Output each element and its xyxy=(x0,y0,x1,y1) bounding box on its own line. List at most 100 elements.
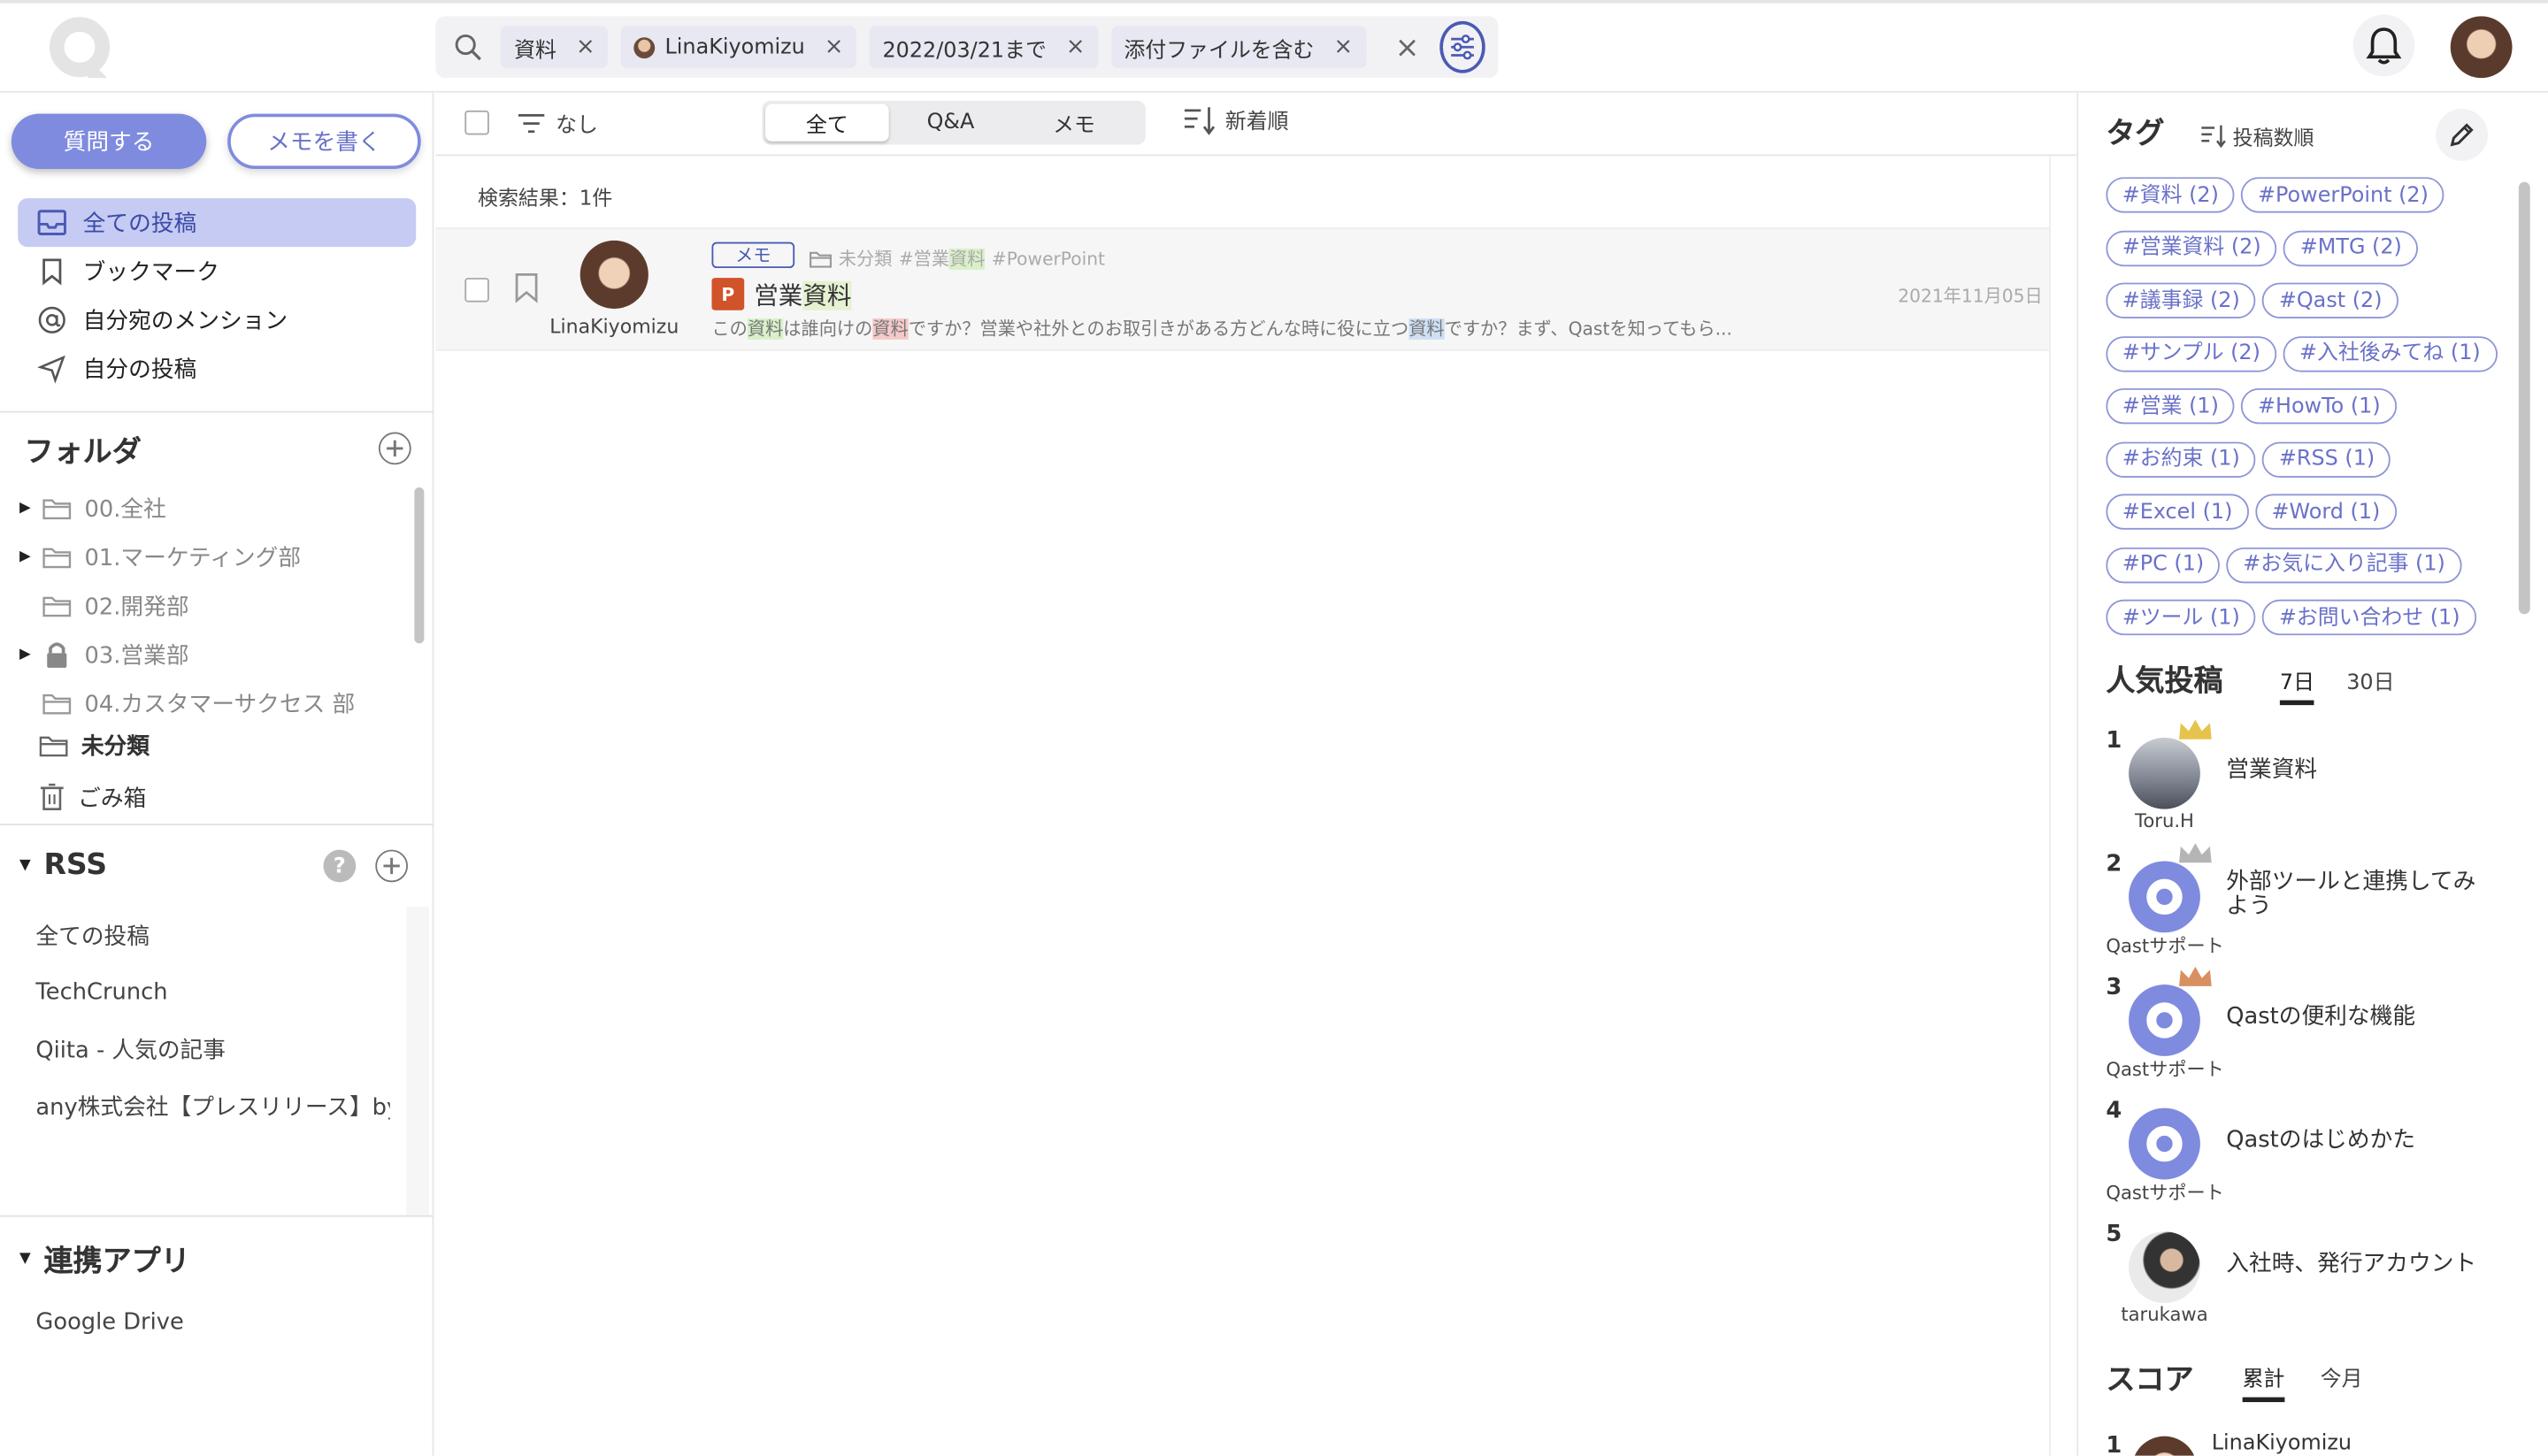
tag-chip[interactable]: #営業資料 (2) xyxy=(2106,229,2278,266)
folder-item[interactable]: ▶ 00.全社 xyxy=(19,484,406,533)
folder-icon xyxy=(42,548,72,569)
tag-chip[interactable]: #お気に入り記事 (1) xyxy=(2226,547,2462,583)
chip-remove-icon[interactable]: × xyxy=(1066,34,1086,60)
add-folder-icon[interactable] xyxy=(378,432,411,465)
popular-author: tarukawa xyxy=(2121,1303,2208,1326)
sidebar-item-all-posts[interactable]: 全ての投稿 xyxy=(18,198,417,248)
sort-icon xyxy=(1184,106,1216,134)
tag-chip[interactable]: #お問い合わせ (1) xyxy=(2262,599,2476,636)
sidebar-item-bookmarks[interactable]: ブックマーク xyxy=(18,247,416,295)
tag-chip[interactable]: #HowTo (1) xyxy=(2241,387,2398,425)
rss-item[interactable]: any株式会社【プレスリリース】by... xyxy=(0,1077,389,1134)
tag-cloud: #資料 (2) #PowerPoint (2) #営業資料 (2) #MTG (… xyxy=(2106,177,2512,640)
folder-item[interactable]: 04.カスタマーサクセス 部 xyxy=(19,679,406,720)
search-icon[interactable] xyxy=(449,33,488,62)
popular-item[interactable]: 2 Qastサポート 外部ツールと連携してみよう xyxy=(2106,843,2512,975)
collapse-arrow-icon[interactable]: ▼ xyxy=(19,857,31,873)
rss-scroll-track xyxy=(406,906,429,1215)
sidebar-item-my-posts[interactable]: 自分の投稿 xyxy=(18,344,416,393)
post-title[interactable]: 営業資料 xyxy=(754,278,852,312)
sidebar-nav: 全ての投稿 ブックマーク 自分宛のメンション 自分の投稿 xyxy=(18,198,417,393)
user-avatar[interactable] xyxy=(2450,16,2513,79)
tab-memo[interactable]: メモ xyxy=(1012,104,1136,142)
popular-item[interactable]: 1 Toru.H 営業資料 xyxy=(2106,719,2512,852)
tag-chip[interactable]: #PowerPoint (2) xyxy=(2241,177,2445,213)
tab-all[interactable]: 全て xyxy=(765,103,889,142)
tag-chip[interactable]: #Excel (1) xyxy=(2106,494,2249,530)
expand-arrow-icon[interactable]: ▶ xyxy=(19,647,31,663)
collapse-arrow-icon[interactable]: ▼ xyxy=(19,1251,31,1267)
tag-chip[interactable]: #PC (1) xyxy=(2106,547,2221,583)
excerpt-text: この xyxy=(711,318,748,340)
tag-chip[interactable]: #サンプル (2) xyxy=(2106,335,2277,372)
search-chip-attachment: 添付ファイルを含む × xyxy=(1110,26,1366,69)
notification-bell-icon[interactable] xyxy=(2352,14,2415,77)
right-panel-scrollbar[interactable] xyxy=(2518,181,2530,615)
post-author-avatar[interactable] xyxy=(579,240,649,309)
rss-header[interactable]: ▼ RSS xyxy=(19,848,107,883)
tag-chip[interactable]: #議事録 (2) xyxy=(2106,282,2257,318)
folder-trash[interactable]: ごみ箱 xyxy=(39,773,146,822)
filter-dropdown[interactable]: なし xyxy=(517,107,598,138)
post-tag[interactable]: #営業資料 xyxy=(899,245,986,271)
folder-scrollbar[interactable] xyxy=(414,487,425,644)
tag-chip[interactable]: #MTG (2) xyxy=(2283,229,2419,266)
tag-chip[interactable]: #入社後みてね (1) xyxy=(2283,335,2498,372)
search-bar[interactable]: 資料 × LinaKiyomizu × 2022/03/21まで × 添付ファイ… xyxy=(435,16,1499,79)
score-name[interactable]: LinaKiyomizu xyxy=(2212,1431,2352,1456)
sort-dropdown[interactable]: 新着順 xyxy=(1183,104,1289,135)
tab-popular-7d[interactable]: 7日 xyxy=(2279,664,2314,706)
tab-qa[interactable]: Q&A xyxy=(889,104,1013,142)
help-icon[interactable]: ? xyxy=(323,849,357,883)
filter-settings-icon[interactable] xyxy=(1439,20,1485,73)
sort-label: 新着順 xyxy=(1224,110,1289,135)
chip-remove-icon[interactable]: × xyxy=(576,34,595,60)
post-checkbox[interactable] xyxy=(464,278,489,303)
folder-uncategorized[interactable]: 未分類 xyxy=(39,721,150,770)
sidebar-item-mentions[interactable]: 自分宛のメンション xyxy=(18,295,416,344)
select-all-checkbox[interactable] xyxy=(464,110,489,135)
tag-chip[interactable]: #Qast (2) xyxy=(2262,282,2398,318)
clear-search-icon[interactable]: × xyxy=(1395,30,1420,65)
tab-score-month[interactable]: 今月 xyxy=(2321,1361,2363,1393)
excerpt-text: ですか？営業や社外とのお取引きがある方どんな時に役に立つ xyxy=(908,318,1409,340)
tag-chip[interactable]: #RSS (1) xyxy=(2262,441,2391,478)
chip-remove-icon[interactable]: × xyxy=(825,34,844,60)
folder-item[interactable]: ▶ 03.営業部 xyxy=(19,631,406,679)
results-count: 検索結果：1件 xyxy=(477,185,613,210)
popular-item[interactable]: 4 Qastサポート Qastのはじめかた xyxy=(2106,1099,2512,1222)
tag-chip[interactable]: #ツール (1) xyxy=(2106,599,2257,636)
app-item-google-drive[interactable]: Google Drive xyxy=(0,1293,183,1350)
popular-item[interactable]: 3 Qastサポート Qastの便利な機能 xyxy=(2106,966,2512,1099)
folder-item[interactable]: ▶ 01.マーケティング部 xyxy=(19,533,406,581)
apps-header[interactable]: ▼ 連携アプリ xyxy=(19,1238,190,1281)
rss-item[interactable]: TechCrunch xyxy=(0,963,390,1020)
popular-item[interactable]: 5 tarukawa 入社時、発行アカウント xyxy=(2106,1222,2512,1345)
tab-popular-30d[interactable]: 30日 xyxy=(2346,664,2394,696)
ask-question-button[interactable]: 質問する xyxy=(11,113,207,170)
expand-arrow-icon[interactable]: ▶ xyxy=(19,501,31,517)
powerpoint-file-icon: P xyxy=(711,278,745,310)
qast-logo[interactable] xyxy=(49,16,113,80)
tag-chip[interactable]: #お約束 (1) xyxy=(2106,441,2257,478)
rss-item[interactable]: Qiita - 人気の記事 xyxy=(0,1020,390,1077)
tag-chip[interactable]: #Word (1) xyxy=(2255,494,2397,530)
tag-sort-dropdown[interactable]: 投稿数順 xyxy=(2200,120,2314,151)
chip-remove-icon[interactable]: × xyxy=(1334,34,1354,60)
divider xyxy=(0,410,434,413)
expand-arrow-icon[interactable]: ▶ xyxy=(19,549,31,565)
folder-item[interactable]: 02.開発部 xyxy=(19,582,406,631)
tag-chip[interactable]: #資料 (2) xyxy=(2106,177,2236,213)
bookmark-toggle-icon[interactable] xyxy=(512,272,541,304)
tag-chip[interactable]: #営業 (1) xyxy=(2106,387,2236,425)
edit-tags-icon[interactable] xyxy=(2436,109,2488,161)
sidebar-item-label: ブックマーク xyxy=(82,259,219,287)
post-tag[interactable]: #PowerPoint xyxy=(992,248,1105,269)
tab-score-total[interactable]: 累計 xyxy=(2242,1361,2285,1403)
post-author-name[interactable]: LinaKiyomizu xyxy=(549,315,679,338)
add-rss-icon[interactable] xyxy=(375,849,409,883)
rss-item[interactable]: 全ての投稿 xyxy=(0,907,390,963)
divider xyxy=(0,1215,434,1217)
post-folder[interactable]: 未分類 xyxy=(839,245,893,271)
write-memo-button[interactable]: メモを書く xyxy=(227,113,421,170)
